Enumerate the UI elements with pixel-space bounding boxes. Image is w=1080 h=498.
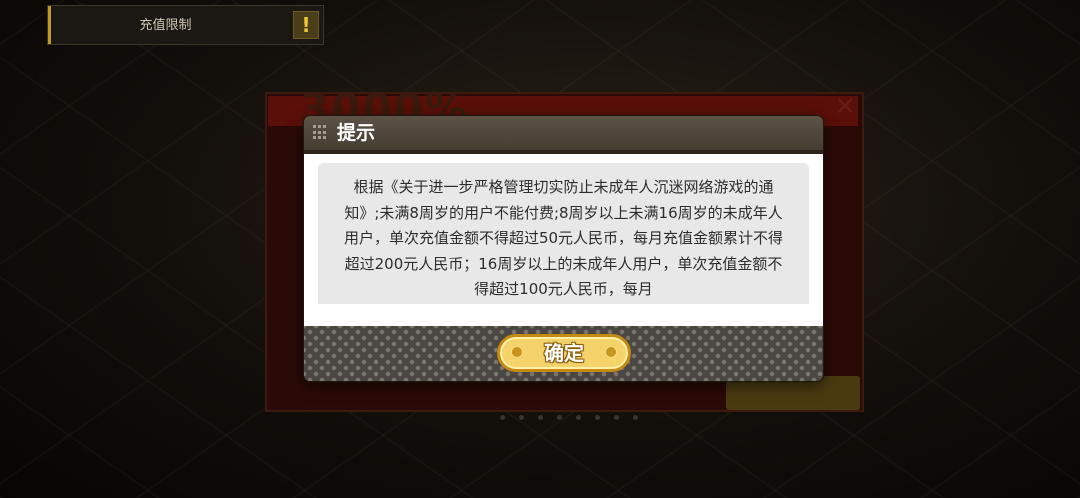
page-dot — [519, 415, 524, 420]
exclamation-icon[interactable]: ! — [293, 11, 319, 39]
dialog-body: 根据《关于进一步严格管理切实防止未成年人沉迷网络游戏的通知》;未满8周岁的用户不… — [304, 154, 823, 315]
background-button — [726, 376, 860, 410]
confirm-button[interactable]: 确定 — [497, 334, 631, 372]
page-dot — [633, 415, 638, 420]
page-dot — [500, 415, 505, 420]
dialog-title: 提示 — [337, 122, 376, 144]
close-icon: ✕ — [834, 92, 856, 122]
page-dot — [538, 415, 543, 420]
page-dot — [614, 415, 619, 420]
dialog-header: 提示 — [304, 116, 823, 150]
recharge-limit-bar[interactable]: 充值限制 ! — [47, 5, 324, 45]
page-dot — [557, 415, 562, 420]
coin-ornament-icon — [604, 345, 618, 359]
page-dot — [595, 415, 600, 420]
recharge-limit-label: 充值限制 — [139, 18, 192, 33]
dialog-footer: 确定 — [304, 326, 823, 381]
notice-text-box[interactable]: 根据《关于进一步严格管理切实防止未成年人沉迷网络游戏的通知》;未满8周岁的用户不… — [318, 163, 809, 315]
grid-dots-icon — [313, 125, 328, 140]
notice-dialog: 提示 根据《关于进一步严格管理切实防止未成年人沉迷网络游戏的通知》;未满8周岁的… — [304, 116, 823, 381]
notice-message: 根据《关于进一步严格管理切实防止未成年人沉迷网络游戏的通知》;未满8周岁的用户不… — [343, 178, 784, 298]
page-dot — [576, 415, 581, 420]
dialog-body-padding — [304, 304, 823, 326]
page-indicator — [500, 415, 638, 420]
